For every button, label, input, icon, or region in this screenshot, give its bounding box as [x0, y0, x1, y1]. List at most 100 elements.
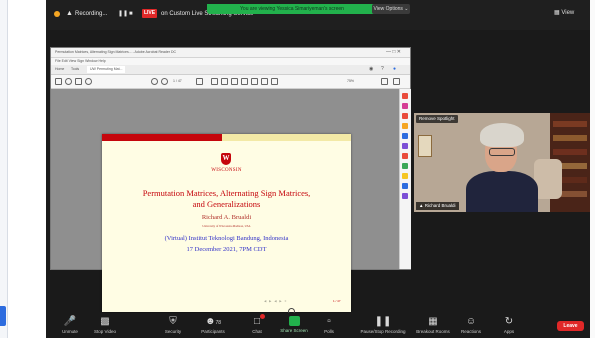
stop-recording-icon[interactable]: ■: [129, 9, 133, 19]
apps-icon: ↻: [504, 316, 514, 327]
organize-pages-icon[interactable]: [402, 143, 408, 149]
pdf-right-tool-pane: [399, 89, 411, 269]
pdf-toolbar: 1 / 47 75%: [51, 75, 410, 89]
info-icon[interactable]: [54, 11, 60, 17]
text-icon[interactable]: [261, 78, 268, 85]
view-button-label: View: [561, 10, 575, 16]
apps-button[interactable]: ↻ Apps: [487, 313, 531, 338]
participants-count: 78: [215, 320, 222, 326]
more-tools-icon[interactable]: [393, 78, 400, 85]
left-side-panel: [0, 0, 8, 338]
draw-icon[interactable]: [251, 78, 258, 85]
notification-icon[interactable]: ●: [393, 66, 396, 73]
send-for-review-icon[interactable]: [402, 183, 408, 189]
print-icon[interactable]: [75, 78, 82, 85]
pause-stop-recording-button[interactable]: ❚❚ Pause/Stop Recording: [354, 313, 412, 338]
share-doc-icon[interactable]: [381, 78, 388, 85]
tab-home[interactable]: Home: [55, 66, 64, 73]
participants-button[interactable]: ☻78 Participants: [191, 313, 235, 338]
mic-muted-icon: ▲: [419, 203, 424, 208]
combine-files-icon[interactable]: [402, 133, 408, 139]
chair: [534, 159, 562, 199]
bookmark-icon[interactable]: [65, 78, 72, 85]
fill-sign-icon[interactable]: [402, 173, 408, 179]
prev-page-icon[interactable]: [151, 78, 158, 85]
remove-spotlight-button[interactable]: Remove Spotlight: [416, 115, 458, 123]
participant-name: Richard Brualdi: [424, 203, 456, 208]
pdf-window-title: Permutation Matrices, Alternating Sign M…: [55, 50, 177, 54]
participants-icon: ☻78: [204, 316, 222, 327]
apps-label: Apps: [503, 329, 515, 334]
zoom-level[interactable]: 75%: [347, 78, 354, 85]
books-row-1: [553, 121, 587, 127]
tab-tools[interactable]: Tools: [71, 66, 79, 73]
pen-icon[interactable]: [221, 78, 228, 85]
live-badge[interactable]: LIVE: [142, 9, 157, 18]
stop-video-label: Stop Video: [94, 329, 116, 334]
next-page-icon[interactable]: [161, 78, 168, 85]
highlight-icon[interactable]: [231, 78, 238, 85]
books-row-2: [553, 135, 587, 141]
comment-icon[interactable]: [211, 78, 218, 85]
chat-unread-badge: [260, 314, 265, 319]
recording-label: Recording...: [75, 11, 108, 17]
save-icon[interactable]: [55, 78, 62, 85]
slide-header-bar-accent: [222, 134, 351, 141]
slide-event-line2: 17 December 2021, 7PM CDT: [186, 246, 267, 253]
university-crest-icon: W: [221, 153, 231, 165]
pdf-menu-bar: File Edit View Sign Window Help: [51, 58, 410, 65]
participants-label: Participants: [201, 329, 225, 334]
undo-icon[interactable]: [241, 78, 248, 85]
person-body: [466, 171, 538, 212]
video-camera-icon: ▩: [100, 316, 110, 327]
view-button[interactable]: ▦ View: [554, 9, 574, 16]
protect-icon[interactable]: [402, 163, 408, 169]
shield-icon[interactable]: ▲: [66, 9, 73, 19]
redact-icon[interactable]: [402, 153, 408, 159]
polls-button[interactable]: ▫ Polls: [307, 313, 351, 338]
window-controls-icon[interactable]: — □ ✕: [386, 49, 401, 56]
comment-pane-icon[interactable]: [402, 123, 408, 129]
create-pdf-icon[interactable]: [402, 103, 408, 109]
zoom-meeting-window: ▲ Recording... ❚❚ ■ LIVE on Custom Live …: [46, 0, 590, 338]
account-icon[interactable]: ◉: [369, 66, 373, 73]
leave-button[interactable]: Leave: [557, 321, 584, 331]
polls-label: Polls: [324, 329, 334, 334]
select-tool-icon[interactable]: [196, 78, 203, 85]
side-panel-marker: [0, 306, 6, 326]
view-options-label: View Options: [373, 6, 403, 12]
pause-recording-icon[interactable]: ❚❚: [118, 9, 128, 19]
help-icon[interactable]: ?: [381, 66, 384, 73]
slide-title-line2: and Generalizations: [192, 199, 261, 209]
security-shield-icon: ⛨: [169, 316, 177, 327]
slide-page: W WISCONSIN Permutation Matrices, Altern…: [102, 134, 351, 315]
slide-event-line1: (Virtual) Institut Teknologi Bandung, In…: [164, 235, 289, 242]
polls-bar-icon: ▫: [327, 316, 331, 327]
stop-video-button[interactable]: ▩ Stop Video: [83, 313, 127, 338]
meeting-controls-bar: 🎤 Unmute ▩ Stop Video ⛨ Security ☻78 Par…: [46, 313, 590, 338]
share-screen-icon: [288, 316, 300, 326]
slide-title-line1: Permutation Matrices, Alternating Sign M…: [142, 188, 311, 198]
view-options-button[interactable]: View Options ⌄: [372, 4, 410, 14]
slide-affiliation: University of Wisconsin-Madison, USA: [202, 224, 251, 228]
viewing-banner: You are viewing Yessica Simariyeman's sc…: [207, 4, 377, 14]
page-indicator[interactable]: 1 / 47: [173, 78, 182, 85]
pause-recording-label: Pause/Stop Recording: [360, 329, 406, 334]
edit-pdf-icon[interactable]: [402, 113, 408, 119]
slide-author: Richard A. Brualdi: [201, 214, 252, 221]
export-pdf-icon[interactable]: [402, 93, 408, 99]
shared-screen: Permutation Matrices, Alternating Sign M…: [50, 47, 411, 315]
tab-document[interactable]: UW Permuting Mat...: [87, 66, 126, 73]
participant-name-tag: ▲ Richard Brualdi: [416, 202, 459, 210]
slide-nav-symbols[interactable]: ◀ ▶ ◀ ▶ ≡: [264, 299, 287, 303]
search-icon[interactable]: [85, 78, 92, 85]
more-pane-tools-icon[interactable]: [402, 193, 408, 199]
pdf-title-bar: Permutation Matrices, Alternating Sign M…: [51, 48, 410, 58]
pdf-menu-items[interactable]: File Edit View Sign Window Help: [55, 58, 106, 65]
stamp-icon[interactable]: [271, 78, 278, 85]
security-label: Security: [164, 329, 182, 334]
pdf-document-area[interactable]: W WISCONSIN Permutation Matrices, Altern…: [51, 89, 399, 315]
security-button[interactable]: ⛨ Security: [151, 313, 195, 338]
grid-view-icon: ▦: [554, 10, 560, 16]
speaker-video-tile[interactable]: Remove Spotlight ▲ Richard Brualdi: [414, 113, 590, 212]
